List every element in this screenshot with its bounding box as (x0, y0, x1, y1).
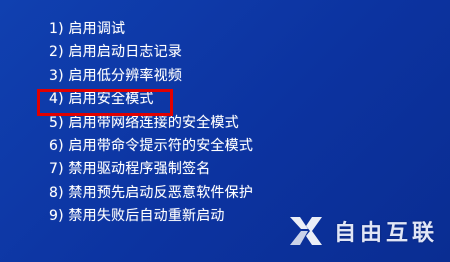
startup-option-boot-logging[interactable]: 2) 启用启动日志记录 (49, 41, 253, 64)
option-label: 1) 启用调试 (49, 21, 126, 37)
safe-mode-highlight-box (37, 89, 173, 116)
startup-options-list: 1) 启用调试 2) 启用启动日志记录 3) 启用低分辨率视频 4) 启用安全模… (49, 18, 253, 229)
option-label: 8) 禁用预先启动反恶意软件保护 (49, 184, 254, 201)
option-label: 9) 禁用失败后自动重新启动 (49, 208, 225, 225)
watermark-text: 自由互联 (333, 221, 438, 246)
startup-option-safe-mode-command-prompt[interactable]: 6) 启用带命令提示符的安全模式 (49, 135, 253, 158)
option-label: 2) 启用启动日志记录 (49, 44, 183, 61)
option-label: 3) 启用低分辨率视频 (49, 67, 183, 84)
startup-option-disable-auto-restart[interactable]: 9) 禁用失败后自动重新启动 (49, 205, 253, 228)
watermark: 自由互联 (286, 208, 438, 254)
x-logo-icon (289, 217, 322, 245)
option-label: 6) 启用带命令提示符的安全模式 (49, 137, 254, 154)
startup-settings-screen: 1) 启用调试 2) 启用启动日志记录 3) 启用低分辨率视频 4) 启用安全模… (0, 0, 450, 262)
option-label: 7) 禁用驱动程序强制签名 (49, 161, 211, 178)
startup-option-disable-early-antimalware[interactable]: 8) 禁用预先启动反恶意软件保护 (49, 182, 253, 205)
startup-option-low-resolution-video[interactable]: 3) 启用低分辨率视频 (49, 65, 253, 88)
option-label: 5) 启用带网络连接的安全模式 (49, 114, 239, 131)
startup-option-disable-driver-signature[interactable]: 7) 禁用驱动程序强制签名 (49, 158, 253, 181)
startup-option-debugging[interactable]: 1) 启用调试 (49, 18, 253, 41)
